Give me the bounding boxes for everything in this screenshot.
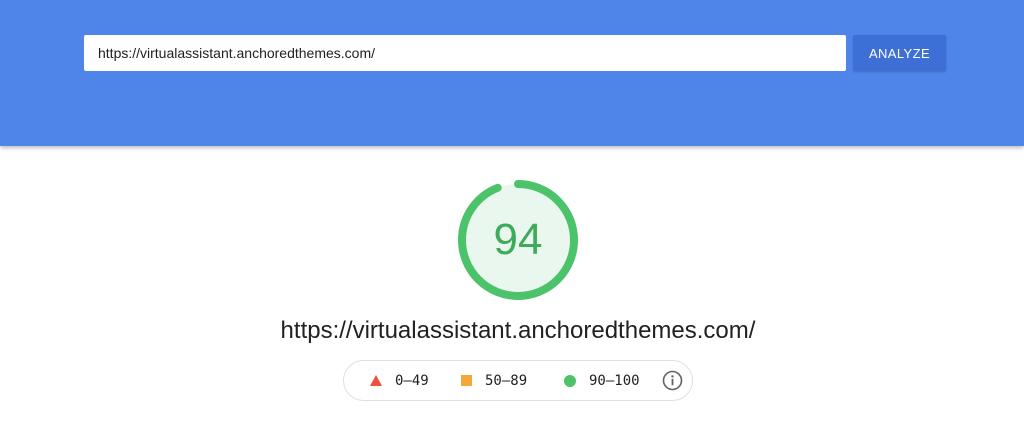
legend-label-fail: 0–49 [395,372,429,389]
performance-score-gauge: 94 [456,178,580,302]
legend-label-average: 50–89 [485,372,528,389]
score-legend: 0–49 50–89 90–100 [343,360,693,401]
url-input[interactable] [84,35,846,71]
green-circle-icon [564,374,576,387]
info-icon[interactable] [662,370,683,391]
analyze-button[interactable]: ANALYZE [853,35,946,71]
tested-url: https://virtualassistant.anchoredthemes.… [280,317,756,344]
red-triangle-icon [370,375,382,386]
legend-item-fail: 0–49 [370,361,429,400]
orange-square-icon [461,375,472,386]
legend-item-average: 50–89 [461,361,527,400]
score-value: 94 [493,215,543,264]
legend-item-pass: 90–100 [564,361,640,400]
header-bar: ANALYZE [0,0,1024,146]
legend-label-pass: 90–100 [589,372,640,389]
